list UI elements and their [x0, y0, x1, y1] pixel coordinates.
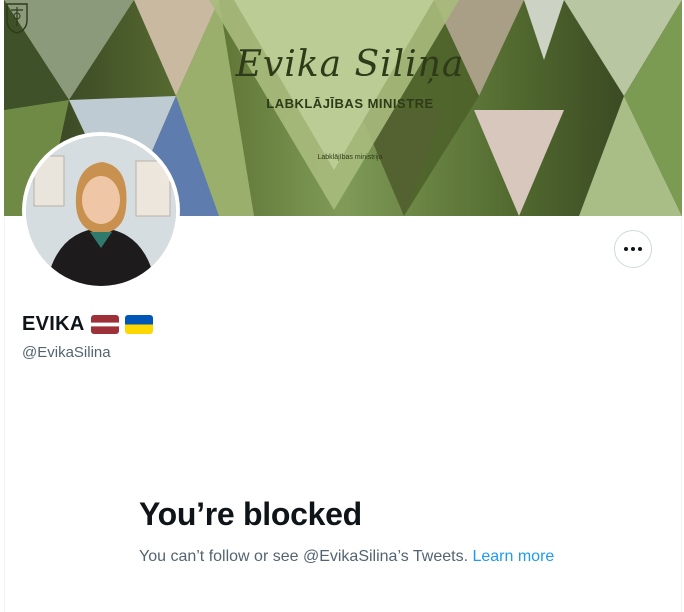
display-name-text: EVIKA — [22, 313, 85, 335]
blocked-message-text: You can’t follow or see @EvikaSilina’s T… — [139, 548, 469, 565]
crest-icon — [6, 3, 28, 34]
latvia-flag-icon — [90, 315, 119, 334]
more-options-button[interactable] — [614, 230, 652, 268]
banner-name: Evika Siliņa — [235, 44, 465, 85]
blocked-message: You can’t follow or see @EvikaSilina’s T… — [139, 545, 559, 568]
banner-ministry: Labklājības ministrija — [317, 154, 383, 161]
profile-handle: @EvikaSilina — [22, 344, 111, 361]
blocked-title: You’re blocked — [139, 496, 362, 532]
more-horizontal-icon — [624, 247, 642, 251]
avatar-photo — [26, 136, 176, 286]
avatar-portrait — [26, 136, 176, 286]
learn-more-link[interactable]: Learn more — [472, 548, 554, 565]
ukraine-flag-icon — [124, 315, 153, 334]
banner-title: LABKLĀJĪBAS MINISTRE — [266, 96, 434, 111]
profile-display-name: EVIKA — [22, 313, 153, 336]
avatar[interactable] — [22, 132, 180, 290]
